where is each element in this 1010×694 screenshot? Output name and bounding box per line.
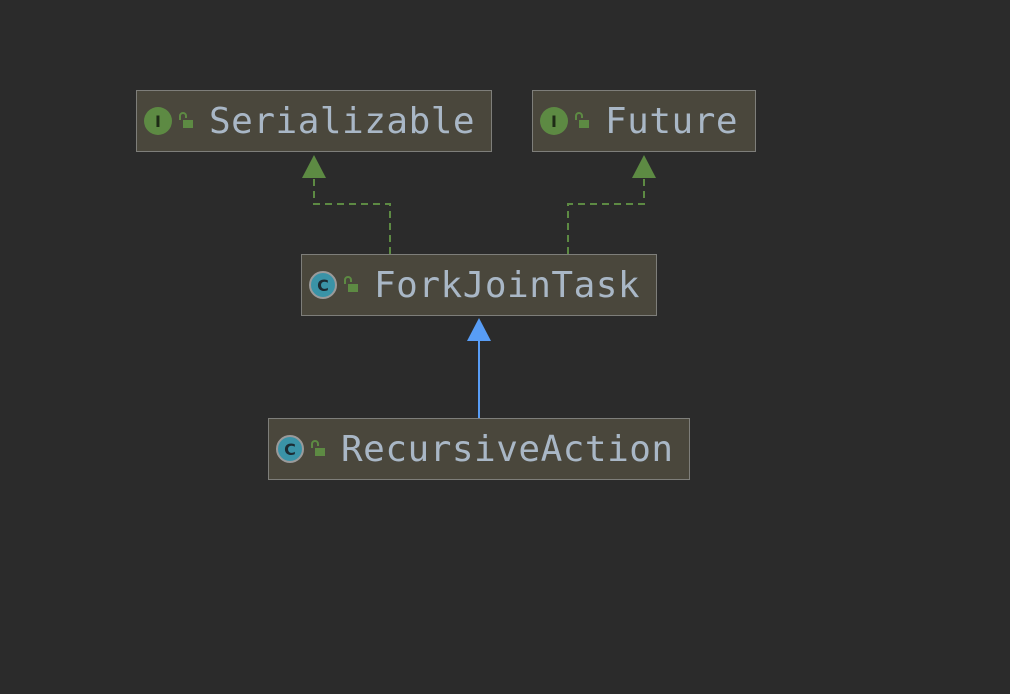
edge-forkjointask-implements-serializable [313, 178, 391, 254]
node-label: Serializable [209, 100, 476, 142]
interface-icon: I [144, 107, 172, 135]
arrowhead-future [632, 155, 656, 178]
node-label: ForkJoinTask [374, 264, 641, 306]
public-lock-icon [311, 440, 325, 456]
class-hierarchy-diagram: I Serializable I Future C ForkJoinTask C… [0, 0, 1010, 694]
public-lock-icon [179, 112, 193, 128]
public-lock-icon [575, 112, 589, 128]
arrowhead-forkjointask [467, 318, 491, 341]
node-serializable[interactable]: I Serializable [136, 90, 492, 152]
node-label: Future [605, 100, 739, 142]
node-forkjointask[interactable]: C ForkJoinTask [301, 254, 657, 316]
interface-icon: I [540, 107, 568, 135]
node-future[interactable]: I Future [532, 90, 756, 152]
abstract-class-icon: C [309, 271, 337, 299]
node-recursiveaction[interactable]: C RecursiveAction [268, 418, 690, 480]
node-label: RecursiveAction [341, 428, 674, 470]
arrowhead-serializable [302, 155, 326, 178]
abstract-class-icon: C [276, 435, 304, 463]
edge-forkjointask-implements-future [567, 178, 645, 254]
public-lock-icon [344, 276, 358, 292]
